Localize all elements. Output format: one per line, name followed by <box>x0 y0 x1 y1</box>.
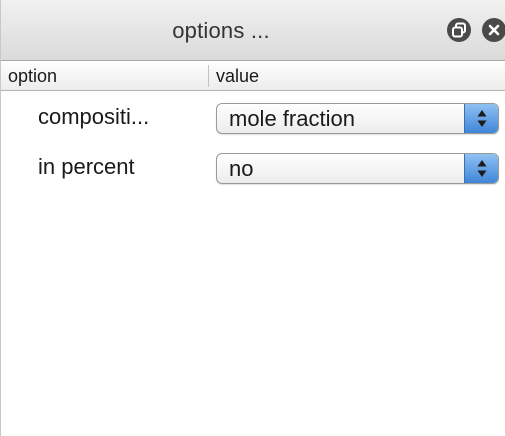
close-button[interactable] <box>482 18 505 42</box>
close-icon <box>487 23 501 37</box>
table-header: option value <box>1 61 505 91</box>
up-down-arrows-icon[interactable] <box>464 104 498 133</box>
option-label-composition: compositi... <box>38 104 150 129</box>
title-bar[interactable]: options ... <box>1 0 505 61</box>
in-percent-select[interactable]: no <box>216 153 499 184</box>
option-label-in-percent: in percent <box>38 154 135 179</box>
float-window-icon <box>451 22 467 38</box>
window-title: options ... <box>172 18 270 43</box>
in-percent-select-value: no <box>229 156 254 181</box>
table-row: in percent no <box>1 142 505 192</box>
table-row: compositi... mole fraction <box>1 92 505 142</box>
up-down-arrows-icon[interactable] <box>464 154 498 183</box>
column-divider[interactable] <box>208 65 209 87</box>
column-header-option[interactable]: option <box>8 61 57 91</box>
float-window-button[interactable] <box>447 18 471 42</box>
column-header-value[interactable]: value <box>216 61 259 91</box>
options-panel: options ... option value compositi... mo… <box>0 0 505 436</box>
composition-select[interactable]: mole fraction <box>216 103 499 134</box>
composition-select-value: mole fraction <box>229 106 355 131</box>
